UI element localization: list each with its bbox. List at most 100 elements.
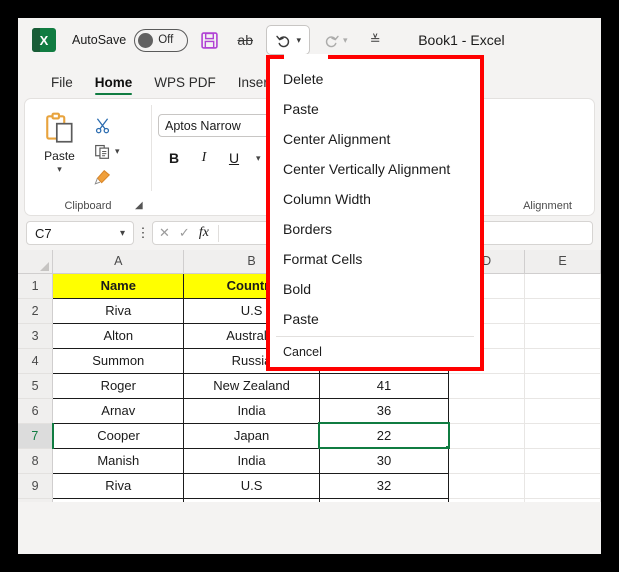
paste-button[interactable]: Paste ▾ [31, 104, 88, 215]
menu-item-bold[interactable]: Bold [270, 274, 480, 304]
select-all-corner[interactable] [18, 250, 54, 274]
cell-b6[interactable]: India [183, 397, 320, 424]
cell-d7[interactable] [448, 423, 526, 449]
row-header-2[interactable]: 2 [18, 298, 54, 324]
cell-a7[interactable]: Cooper [52, 422, 185, 449]
cell-d9[interactable] [448, 473, 526, 499]
name-box-chevron-down-icon[interactable]: ▾ [120, 228, 125, 239]
underline-chevron-down-icon[interactable]: ▾ [256, 153, 261, 164]
menu-item-paste-2[interactable]: Paste [270, 304, 480, 334]
cell-e9[interactable] [524, 473, 601, 499]
enter-check-icon[interactable]: ✓ [179, 225, 190, 241]
cell-d5[interactable] [448, 373, 526, 399]
more-options-icon[interactable]: ⋮ [134, 225, 152, 241]
autosave-label: AutoSave [72, 33, 127, 47]
cell-e7[interactable] [524, 423, 601, 449]
undo-history-menu[interactable]: Delete Paste Center Alignment Center Ver… [266, 54, 484, 371]
table-row: 7 Cooper Japan 22 [18, 422, 601, 449]
row-header-7[interactable]: 7 [18, 423, 54, 449]
strikethrough-button[interactable]: ab [230, 25, 260, 55]
cell-c8[interactable]: 30 [318, 447, 450, 474]
cell-e6[interactable] [524, 398, 601, 424]
customize-quick-access-button[interactable]: ≚ [360, 25, 390, 55]
customize-qat-icon: ≚ [369, 32, 381, 47]
tab-home[interactable]: Home [84, 75, 144, 96]
cell-a3[interactable]: Alton [52, 322, 185, 349]
menu-item-center-alignment[interactable]: Center Alignment [270, 124, 480, 154]
cancel-x-icon[interactable]: ✕ [159, 225, 170, 241]
clipboard-dialog-launcher-icon[interactable]: ◢ [135, 200, 147, 212]
cell-c10[interactable]: 50 [318, 497, 450, 502]
cell-c6[interactable]: 36 [318, 397, 450, 424]
menu-item-column-width[interactable]: Column Width [270, 184, 480, 214]
menu-notch [284, 54, 328, 59]
ribbon-group-font: Aptos Narrow B I U ▾ [152, 99, 282, 215]
format-painter-button[interactable] [88, 164, 145, 190]
cell-a10[interactable]: Alton [52, 497, 185, 502]
cell-c5[interactable]: 41 [318, 372, 450, 399]
bold-button[interactable]: B [166, 150, 182, 166]
cell-d8[interactable] [448, 448, 526, 474]
row-header-3[interactable]: 3 [18, 323, 54, 349]
tab-wps-pdf[interactable]: WPS PDF [143, 75, 227, 96]
save-button[interactable] [194, 25, 224, 55]
cell-a2[interactable]: Riva [52, 297, 185, 324]
cell-a9[interactable]: Riva [52, 472, 185, 499]
cell-b8[interactable]: India [183, 447, 320, 474]
table-row: 9 Riva U.S 32 [18, 472, 601, 499]
cell-c7[interactable]: 22 [318, 422, 450, 449]
row-header-10[interactable]: 10 [18, 498, 54, 502]
menu-item-delete[interactable]: Delete [270, 64, 480, 94]
menu-item-format-cells[interactable]: Format Cells [270, 244, 480, 274]
row-header-9[interactable]: 9 [18, 473, 54, 499]
cell-e5[interactable] [524, 373, 601, 399]
cell-e8[interactable] [524, 448, 601, 474]
row-header-4[interactable]: 4 [18, 348, 54, 374]
copy-chevron-down-icon[interactable]: ▾ [115, 146, 120, 157]
copy-button[interactable]: ▾ [88, 138, 145, 164]
cell-b9[interactable]: U.S [183, 472, 320, 499]
cell-b7[interactable]: Japan [183, 422, 320, 449]
autosave-toggle[interactable]: Off [134, 28, 189, 52]
paste-chevron-down-icon[interactable]: ▾ [57, 164, 62, 175]
cell-e3[interactable] [524, 323, 601, 349]
row-header-6[interactable]: 6 [18, 398, 54, 424]
cell-c9[interactable]: 32 [318, 472, 450, 499]
cell-b10[interactable]: Australia [183, 497, 320, 502]
italic-button[interactable]: I [196, 150, 212, 166]
cell-e10[interactable] [524, 498, 601, 502]
name-box[interactable]: C7 ▾ [26, 221, 134, 245]
row-header-5[interactable]: 5 [18, 373, 54, 399]
undo-dropdown-chevron-icon[interactable]: ▾ [296, 35, 301, 46]
underline-button[interactable]: U [226, 150, 242, 166]
cell-a8[interactable]: Manish [52, 447, 185, 474]
cell-d10[interactable] [448, 498, 526, 502]
cell-a1[interactable]: Name [52, 272, 185, 299]
cell-b5[interactable]: New Zealand [183, 372, 320, 399]
redo-dropdown-chevron-icon[interactable]: ▾ [343, 35, 348, 46]
cell-a4[interactable]: Summon [52, 347, 185, 374]
autosave-toggle-knob [138, 32, 154, 48]
menu-item-cancel[interactable]: Cancel [270, 339, 480, 365]
tab-file[interactable]: File [40, 75, 84, 96]
menu-item-paste-1[interactable]: Paste [270, 94, 480, 124]
insert-function-icon[interactable]: fx [199, 225, 209, 241]
column-header-a[interactable]: A [52, 250, 185, 274]
menu-item-borders[interactable]: Borders [270, 214, 480, 244]
column-header-e[interactable]: E [524, 250, 601, 274]
cell-a5[interactable]: Roger [52, 372, 185, 399]
row-header-8[interactable]: 8 [18, 448, 54, 474]
cell-e4[interactable] [524, 348, 601, 374]
row-header-1[interactable]: 1 [18, 273, 54, 299]
menu-item-center-vertically-alignment[interactable]: Center Vertically Alignment [270, 154, 480, 184]
paste-label: Paste [44, 149, 75, 163]
cell-a6[interactable]: Arnav [52, 397, 185, 424]
cell-e2[interactable] [524, 298, 601, 324]
redo-button[interactable]: ▾ [316, 25, 354, 55]
cut-button[interactable] [88, 112, 145, 138]
cell-d6[interactable] [448, 398, 526, 424]
cell-e1[interactable] [524, 273, 601, 299]
clipboard-group-label: Clipboard [64, 200, 112, 212]
undo-button[interactable]: ▾ [266, 25, 311, 55]
font-name-input[interactable]: Aptos Narrow [158, 114, 270, 137]
